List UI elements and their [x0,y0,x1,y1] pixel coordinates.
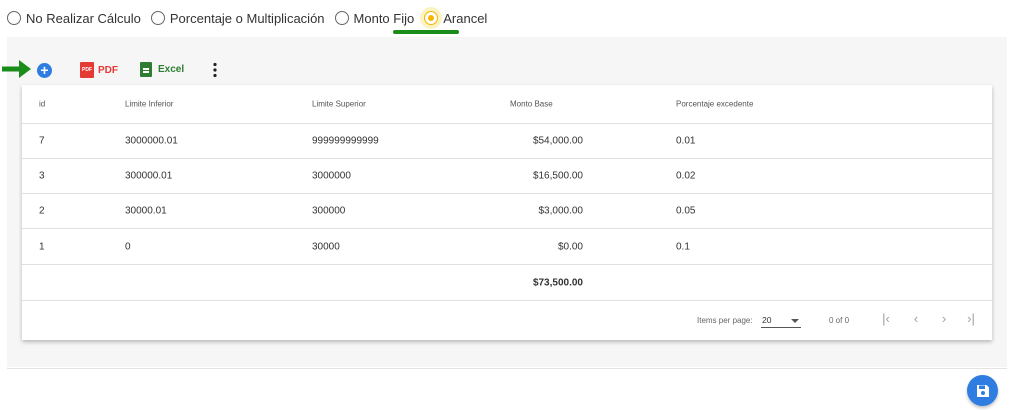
cell-id: 7 [39,135,45,147]
cell-id: 1 [39,241,45,252]
cell-porcentaje: 0.01 [676,135,696,147]
excel-file-icon [140,62,152,77]
first-page-icon[interactable]: |‹ [879,311,893,326]
radio-monto-fijo[interactable]: Monto Fijo [334,10,415,26]
column-header-monto-base[interactable]: Monto Base [510,100,553,109]
page-range-label: 0 of 0 [829,316,850,325]
data-table: id Limite Inferior Limite Superior Monto… [22,85,992,340]
radio-circle-icon [150,11,165,25]
caret-down-icon [791,319,799,323]
radio-label: Arancel [443,10,488,26]
radio-porcentaje-multiplicacion[interactable]: Porcentaje o Multiplicación [150,10,325,26]
paginator: Items per page: 20 0 of 0 |‹ ‹ › ›| [22,301,992,339]
floppy-disk-icon [976,384,989,397]
add-button[interactable]: + [37,63,52,78]
radio-circle-icon [334,11,349,25]
column-header-id[interactable]: id [39,100,45,109]
table-row[interactable]: 3 300000.01 3000000 $16,500.00 0.02 [22,159,992,194]
page-size-select[interactable]: 20 [761,313,801,328]
excel-label: Excel [158,64,185,75]
more-options-icon[interactable] [212,62,218,78]
cell-monto-base: $54,000.00 [532,135,583,147]
highlight-underline [393,30,459,34]
column-header-limite-superior[interactable]: Limite Superior [312,100,366,109]
cell-monto-base: $3,000.00 [538,205,584,217]
divider [7,368,1007,369]
previous-page-icon[interactable]: ‹ [909,311,923,326]
table-total-row: $73,500.00 [22,265,992,301]
cell-porcentaje: 0.1 [676,241,690,252]
total-monto-base: $73,500.00 [532,277,583,288]
radio-no-realizar-calculo[interactable]: No Realizar Cálculo [7,11,141,26]
arrow-right-icon [2,60,31,78]
cell-monto-base: $0.00 [557,241,583,252]
cell-limite-superior: 999999999999 [312,135,379,147]
pdf-export-button[interactable]: PDF PDF [80,62,118,78]
cell-limite-superior: 3000000 [312,170,351,182]
cell-limite-superior: 300000 [312,205,346,217]
last-page-icon[interactable]: ›| [964,311,978,326]
cell-id: 3 [39,170,45,182]
radio-circle-icon [7,11,21,25]
items-per-page-label: Items per page: [697,316,753,325]
table-row[interactable]: 2 30000.01 300000 $3,000.00 0.05 [22,194,992,229]
radio-label: Monto Fijo [353,10,415,26]
radio-selected-icon [424,11,439,25]
cell-limite-superior: 30000 [312,241,340,252]
table-row[interactable]: 7 3000000.01 999999999999 $54,000.00 0.0… [22,124,992,159]
radio-label: Porcentaje o Multiplicación [169,10,325,26]
pdf-icon: PDF [80,62,94,78]
radio-label: No Realizar Cálculo [26,10,141,26]
cell-limite-inferior: 30000.01 [125,205,167,217]
next-page-icon[interactable]: › [937,311,951,326]
plus-icon: + [40,62,49,78]
cell-limite-inferior: 3000000.01 [125,135,178,147]
pdf-label: PDF [98,64,118,76]
cell-porcentaje: 0.02 [676,170,696,182]
excel-export-button[interactable]: Excel [140,62,184,77]
table-header-row: id Limite Inferior Limite Superior Monto… [22,85,992,124]
save-button[interactable] [967,375,998,406]
cell-limite-inferior: 0 [125,241,131,252]
page-size-value: 20 [762,315,772,325]
cell-monto-base: $16,500.00 [532,170,583,182]
radio-arancel[interactable]: Arancel [424,11,487,26]
cell-limite-inferior: 300000.01 [125,170,173,182]
calc-type-radio-group: No Realizar Cálculo Porcentaje o Multipl… [7,8,497,28]
cell-id: 2 [39,205,45,217]
cell-porcentaje: 0.05 [676,205,696,217]
column-header-porcentaje-excedente[interactable]: Porcentaje excedente [676,100,753,109]
column-header-limite-inferior[interactable]: Limite Inferior [125,100,173,109]
table-row[interactable]: 1 0 30000 $0.00 0.1 [22,229,992,265]
